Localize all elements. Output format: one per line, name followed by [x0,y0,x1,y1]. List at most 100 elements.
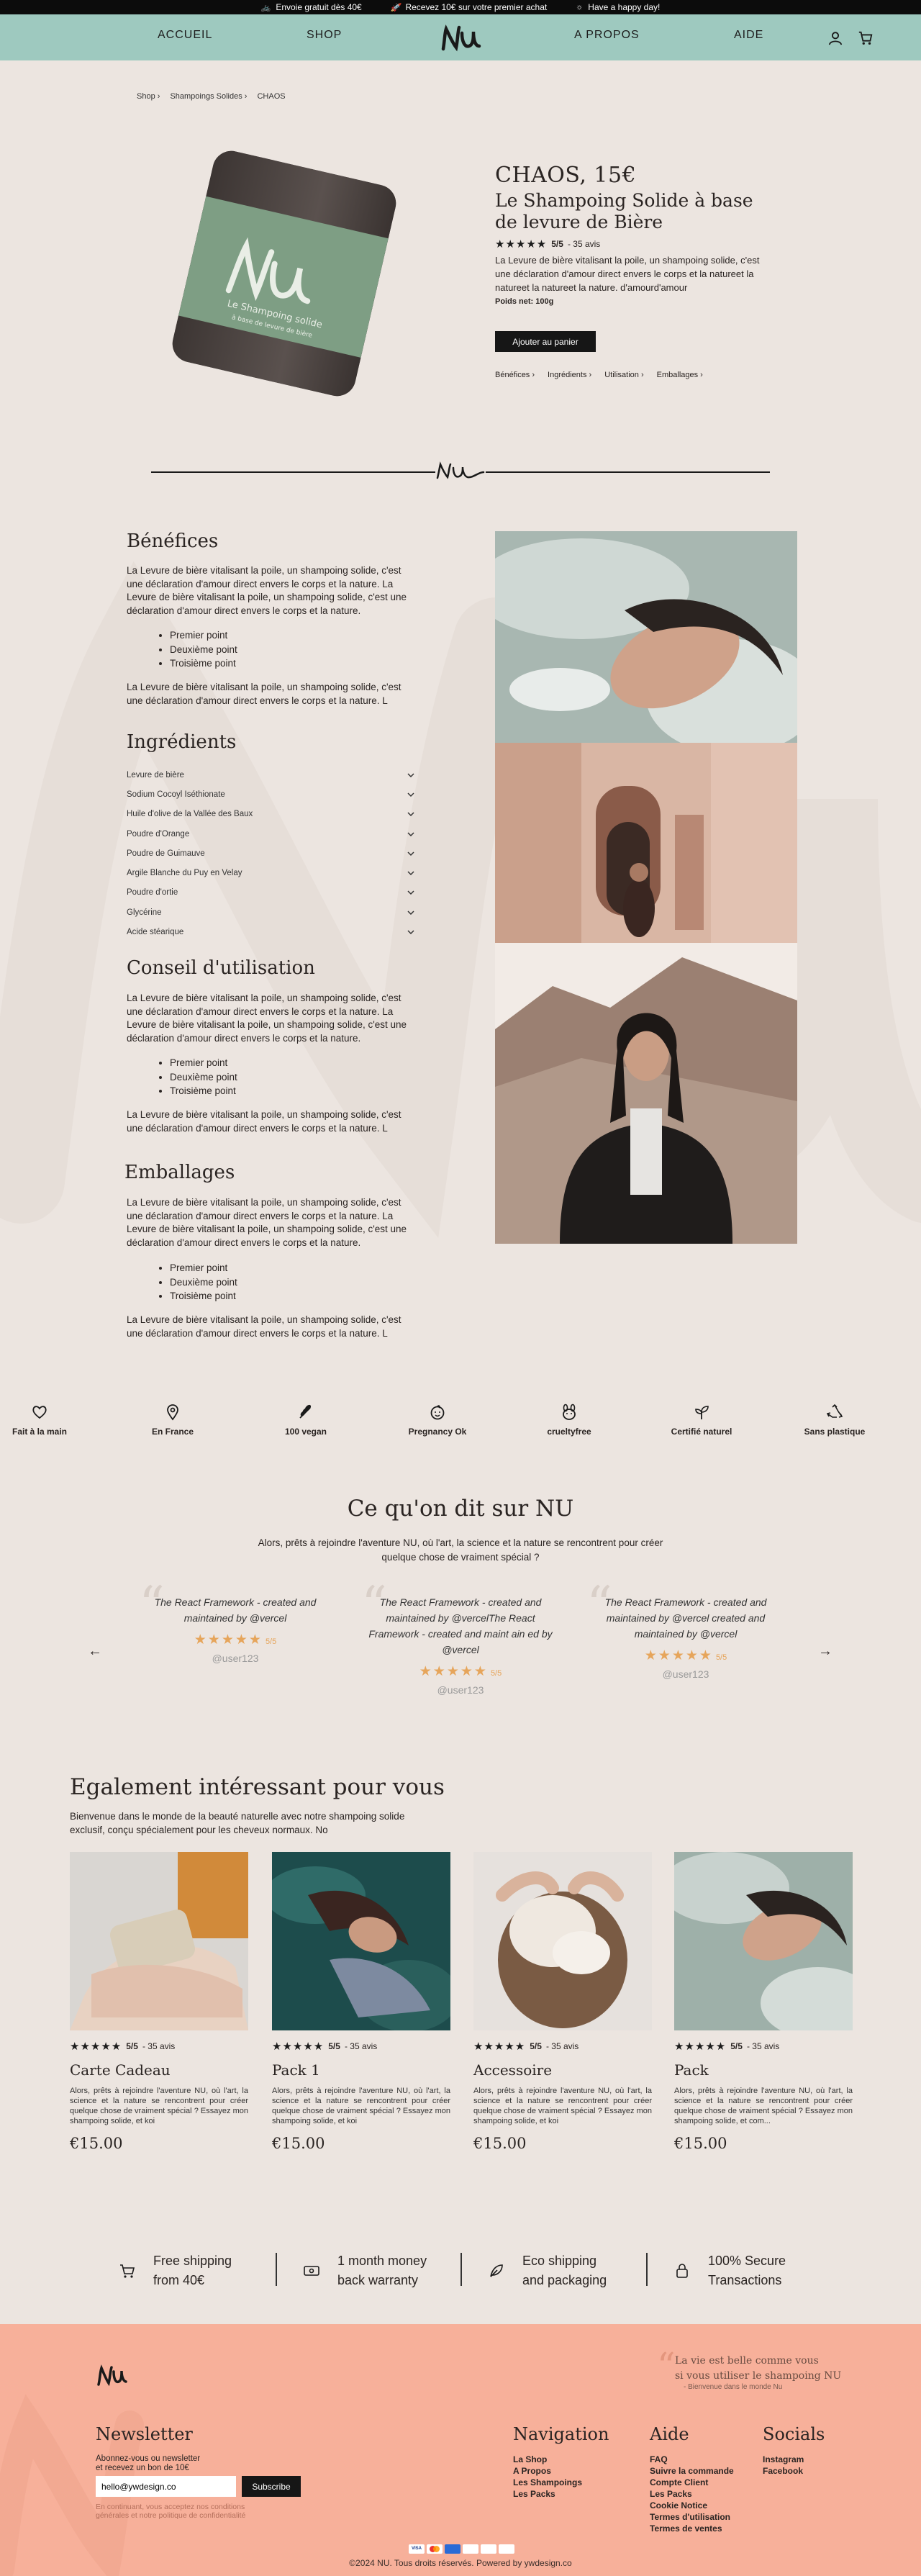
list-item: Premier point [170,628,237,643]
ingredient-row[interactable]: Huile d'olive de la Vallée des Baux [127,805,414,824]
ingredient-row[interactable]: Sodium Cocoyl Iséthionate [127,785,414,804]
footer-link[interactable]: Termes de ventes [650,2523,734,2534]
product-description: La Levure de bière vitalisant la poile, … [495,255,760,293]
footer-link[interactable]: Facebook [763,2465,804,2477]
footer-link[interactable]: Les Packs [650,2488,734,2500]
cart-icon [120,2264,135,2278]
anchor-ingredients[interactable]: Ingrédients › [548,371,591,379]
announcement-discount: 🚀 Recevez 10€ sur votre premier achat [390,2,548,12]
footer-link[interactable]: Compte Client [650,2477,734,2488]
chevron-down-icon [407,930,414,935]
photo-woman-alley [495,743,797,943]
chevron-down-icon [407,832,414,836]
testimonials-prev-arrow[interactable]: ← [88,1643,102,1660]
anchor-packaging[interactable]: Emballages › [657,371,703,379]
benefit-free-shipping: Free shipping from 40€ [119,2251,232,2290]
testimonial-card: “ The React Framework - created and main… [139,1580,329,1664]
product-title: CHAOS, 15€ [495,163,637,188]
quote-icon: “ [657,2345,676,2387]
testimonials-next-arrow[interactable]: → [818,1643,832,1660]
nav-link-accueil[interactable]: ACCUEIL [158,29,212,42]
ingredient-row[interactable]: Glycérine [127,903,414,922]
related-title: Egalement intéressant pour vous [70,1774,445,1800]
ingredient-row[interactable]: Poudre d'ortie [127,883,414,903]
product-card[interactable]: ★★★★★ 5/5- 35 avis Pack 1 Alors, prêts à … [265,1852,459,2152]
photo-woman-bath [495,531,797,743]
footer-nav-links: La Shop A Propos Les Shampoings Les Pack… [513,2454,582,2500]
product-card[interactable]: ★★★★★ 5/5- 35 avis Pack Alors, prêts à re… [660,1852,876,2152]
ingredient-row[interactable]: Poudre d'Orange [127,824,414,844]
product-image-soap: Le Shampoing solide à base de levure de … [172,150,396,397]
announcement-shipping: 🚲 Envoie gratuit dès 40€ [260,2,362,12]
add-to-cart-button[interactable]: Ajouter au panier [495,331,596,352]
footer-col-title: Aide [650,2424,689,2444]
rating-count[interactable]: - 35 avis [568,239,600,249]
usage-bullets: Premier point Deuxième point Troisième p… [170,1056,237,1098]
product-card[interactable]: ★★★★★ 5/5- 35 avis Carte Cadeau Alors, pr… [70,1852,248,2152]
benefits-paragraph-1: La Levure de bière vitalisant la poile, … [127,565,407,616]
ingredient-row[interactable]: Poudre de Guimauve [127,844,414,863]
anchor-benefits[interactable]: Bénéfices › [495,371,535,379]
product-card-description: Alors, prêts à rejoindre l'aventure NU, … [70,2087,248,2125]
product-card-image [473,1852,652,2030]
testimonial-text: The React Framework - created and mainta… [368,1596,553,1655]
ingredient-row[interactable]: Argile Blanche du Puy en Velay [127,863,414,882]
footer-col-title: Socials [763,2424,825,2444]
baby-face-icon [430,1405,445,1420]
testimonial-text: The React Framework - created and mainta… [604,1596,767,1640]
chevron-down-icon [407,792,414,797]
footer-logo[interactable] [96,2363,127,2389]
nav-link-apropos[interactable]: A PROPOS [574,29,640,42]
paypal-icon [499,2544,514,2554]
subscribe-button[interactable]: Subscribe [242,2476,301,2497]
wheat-icon [299,1404,312,1419]
product-card-name: Pack [674,2061,709,2079]
footer-link[interactable]: Suivre la commande [650,2465,734,2477]
feature-pregnancy: Pregnancy Ok [394,1404,481,1437]
location-pin-icon [167,1404,178,1421]
benefits-title: Bénéfices [127,530,219,552]
testimonials-subtitle: Alors, prêts à rejoindre l'aventure NU, … [258,1537,663,1563]
footer-link[interactable]: La Shop [513,2454,582,2465]
photo-man-desert [495,943,797,1244]
cart-icon[interactable] [858,30,874,46]
visa-icon: VISA [409,2544,425,2554]
nav-link-shop[interactable]: SHOP [307,29,342,42]
footer-link[interactable]: Termes d'utilisation [650,2511,734,2523]
feature-vegan: 100 vegan [263,1404,349,1437]
benefit-secure: 100% Secure Transactions [673,2251,786,2290]
footer-link[interactable]: Cookie Notice [650,2500,734,2511]
list-item: Deuxième point [170,1070,237,1085]
footer-quote: La vie est belle comme vous si vous util… [675,2355,842,2382]
list-item: Deuxième point [170,1275,237,1290]
recycle-icon [826,1404,843,1418]
rocket-icon: 🚀 [390,3,401,12]
benefit-money-back: 1 month money back warranty [303,2251,427,2290]
feature-france: En France [130,1404,216,1437]
anchor-usage[interactable]: Utilisation › [604,371,643,379]
product-card-description: Alors, prêts à rejoindre l'aventure NU, … [674,2087,853,2125]
footer-link[interactable]: Instagram [763,2454,804,2465]
nav-link-aide[interactable]: AIDE [734,29,763,42]
breadcrumb-category[interactable]: Shampoings Solides › [170,92,247,101]
testimonial-user: @user123 [212,1653,259,1664]
rating-stars: ★★★★★ [674,2041,727,2053]
footer-link[interactable]: Les Shampoings [513,2477,582,2488]
packaging-paragraph-2: La Levure de bière vitalisant la poile, … [127,1314,401,1339]
footer-link[interactable]: A Propos [513,2465,582,2477]
footer-link[interactable]: Les Packs [513,2488,582,2500]
packaging-bullets: Premier point Deuxième point Troisième p… [170,1261,237,1303]
product-card-name: Accessoire [473,2061,553,2079]
divider [276,2253,277,2286]
footer-link[interactable]: FAQ [650,2454,734,2465]
newsletter-email-input[interactable] [96,2476,236,2497]
chevron-down-icon [407,773,414,777]
ingredient-row[interactable]: Levure de bière [127,765,414,785]
feature-natural: Certifié naturel [658,1404,745,1437]
sprout-icon [695,1406,709,1419]
breadcrumb-shop[interactable]: Shop › [137,92,160,101]
nu-logo[interactable] [437,22,484,56]
user-icon[interactable] [827,30,843,46]
ingredient-row[interactable]: Acide stéarique [127,922,414,941]
product-card[interactable]: ★★★★★ 5/5- 35 avis Accessoire Alors, prêt… [473,1852,652,2152]
